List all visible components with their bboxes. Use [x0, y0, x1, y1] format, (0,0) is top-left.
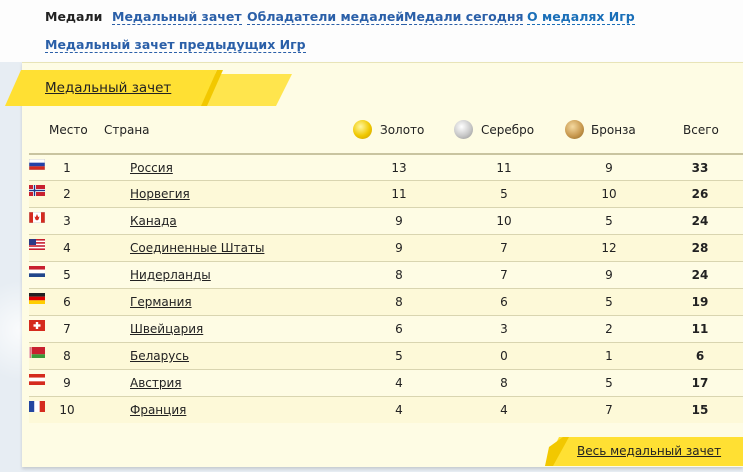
country-link[interactable]: Франция [130, 403, 186, 417]
total-count: 24 [691, 268, 709, 282]
bronze-count: 9 [605, 268, 613, 282]
header-total: Всего [683, 123, 719, 137]
country-link[interactable]: Соединенные Штаты [130, 241, 264, 255]
total-count: 33 [691, 161, 709, 175]
bronze-count: 10 [601, 187, 617, 201]
silver-count: 4 [500, 403, 508, 417]
header-silver: Серебро [481, 123, 535, 137]
nav-medals[interactable]: Медали [45, 9, 102, 24]
country-link[interactable]: Норвегия [130, 187, 190, 201]
canada-flag-icon [28, 211, 46, 224]
total-count: 24 [691, 214, 709, 228]
bronze-count: 12 [601, 241, 617, 255]
place-cell: 5 [63, 268, 71, 282]
total-count: 26 [691, 187, 709, 201]
gold-count: 9 [395, 241, 403, 255]
country-link[interactable]: Беларусь [130, 349, 189, 363]
table-row: 7 Швейцария 6 3 2 11 [29, 315, 743, 342]
place-cell: 8 [63, 349, 71, 363]
total-count: 11 [691, 322, 709, 336]
switzerland-flag-icon [29, 320, 45, 331]
netherlands-flag-icon [29, 266, 45, 277]
table-row: 8 Беларусь 5 0 1 6 [29, 342, 743, 369]
gold-count: 6 [395, 322, 403, 336]
table-row: 1 Россия 13 11 9 33 [28, 153, 743, 180]
bronze-count: 5 [605, 214, 613, 228]
nav-medal-winners[interactable]: Обладатели медалей [247, 9, 405, 25]
bronze-count: 5 [605, 376, 613, 390]
silver-count: 3 [500, 322, 508, 336]
bronze-medal-icon [565, 120, 584, 139]
gold-count: 13 [391, 161, 407, 175]
table-row: 10 Франция 4 4 7 15 [29, 396, 743, 423]
table-row: 9 Австрия 4 8 5 17 [29, 369, 743, 396]
silver-medal-icon [454, 120, 473, 139]
gold-medal-icon [353, 120, 372, 139]
bronze-count: 1 [605, 349, 613, 363]
header-gold: Золото [380, 123, 425, 137]
bronze-count: 9 [605, 161, 613, 175]
germany-flag-icon [29, 293, 45, 304]
country-link[interactable]: Германия [130, 295, 192, 309]
place-cell: 1 [63, 161, 71, 175]
silver-count: 7 [500, 241, 508, 255]
bronze-count: 7 [605, 403, 613, 417]
usa-flag-icon [29, 239, 45, 250]
table-row: 4 Соединенные Штаты 9 7 12 28 [29, 234, 743, 261]
total-count: 17 [691, 376, 709, 390]
total-count: 15 [691, 403, 709, 417]
silver-count: 6 [500, 295, 508, 309]
gold-count: 4 [395, 403, 403, 417]
place-cell: 4 [63, 241, 71, 255]
panel-tab-title[interactable]: Медальный зачет [45, 80, 171, 96]
top-navigation: Медали Медальный зачет Обладатели медале… [0, 0, 743, 62]
header-place: Место [49, 123, 88, 137]
place-cell: 7 [63, 322, 71, 336]
belarus-flag-icon [29, 347, 45, 358]
header-country: Страна [104, 123, 150, 137]
table-row: 3 Канада 9 10 5 24 [28, 207, 743, 234]
nav-medals-today[interactable]: Медали сегодня [404, 9, 524, 25]
gold-count: 4 [395, 376, 403, 390]
gold-count: 8 [395, 268, 403, 282]
table-row: 2 Норвегия 11 5 10 26 [29, 180, 743, 207]
medal-table: 1 Россия 13 11 9 33 2 Норвегия 11 5 10 2… [28, 153, 743, 423]
table-row: 6 Германия 8 6 5 19 [29, 288, 743, 315]
france-flag-icon [29, 401, 45, 412]
place-cell: 9 [63, 376, 71, 390]
silver-count: 8 [500, 376, 508, 390]
country-link[interactable]: Австрия [130, 376, 182, 390]
russia-flag-icon [28, 158, 46, 171]
gold-count: 5 [395, 349, 403, 363]
silver-count: 10 [496, 214, 512, 228]
gold-count: 11 [391, 187, 407, 201]
silver-count: 7 [500, 268, 508, 282]
country-link[interactable]: Швейцария [130, 322, 203, 336]
gold-count: 9 [395, 214, 403, 228]
norway-flag-icon [29, 185, 45, 196]
table-row: 5 Нидерланды 8 7 9 24 [29, 261, 743, 288]
place-cell: 10 [59, 403, 75, 417]
total-count: 28 [691, 241, 709, 255]
bronze-count: 5 [605, 295, 613, 309]
silver-count: 5 [500, 187, 508, 201]
austria-flag-icon [29, 374, 45, 385]
total-count: 19 [691, 295, 709, 309]
place-cell: 6 [63, 295, 71, 309]
place-cell: 3 [63, 214, 71, 228]
nav-medal-standings[interactable]: Медальный зачет [112, 9, 242, 25]
all-standings-link[interactable]: Весь медальный зачет [577, 444, 721, 458]
silver-count: 0 [500, 349, 508, 363]
silver-count: 11 [496, 161, 512, 175]
header-bronze: Бронза [591, 123, 636, 137]
place-cell: 2 [63, 187, 71, 201]
nav-previous-games-standings[interactable]: Медальный зачет предыдущих Игр [45, 37, 306, 53]
bronze-count: 2 [605, 322, 613, 336]
country-link[interactable]: Нидерланды [130, 268, 211, 282]
gold-count: 8 [395, 295, 403, 309]
total-count: 6 [695, 349, 705, 363]
nav-about-medals[interactable]: О медалях Игр [527, 9, 635, 25]
country-link[interactable]: Канада [130, 214, 177, 228]
country-link[interactable]: Россия [130, 161, 173, 175]
